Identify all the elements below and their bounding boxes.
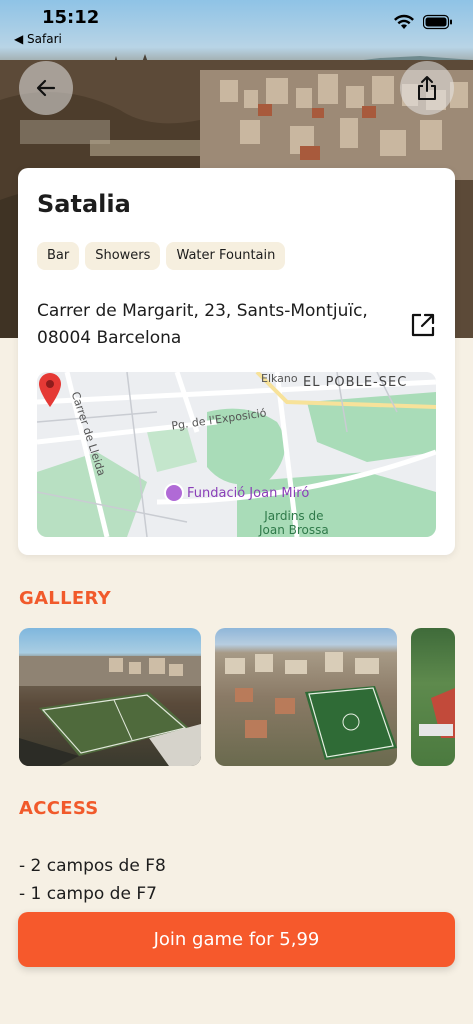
wifi-icon: [394, 14, 414, 29]
gallery-photo[interactable]: [19, 628, 201, 766]
gallery-photo-art: [419, 688, 455, 738]
share-button[interactable]: [400, 61, 454, 115]
map-label-poble-sec: EL POBLE-SEC: [303, 375, 408, 390]
gallery-title: GALLERY: [19, 588, 111, 609]
amenity-tags: Bar Showers Water Fountain: [37, 242, 286, 270]
external-link-icon[interactable]: [410, 312, 436, 338]
arrow-left-icon: [36, 79, 56, 97]
gallery-photo-art: [225, 652, 397, 760]
status-time: 15:12: [42, 7, 100, 28]
map-pin-icon: [39, 373, 61, 407]
venue-name: Satalia: [37, 190, 131, 218]
access-line: - 2 campos de F8: [19, 856, 166, 876]
venue-address: Carrer de Margarit, 23, Sants-Montjuïc, …: [37, 298, 397, 352]
map-label-jardins-2: Joan Brossa: [259, 523, 329, 537]
museum-icon: [164, 483, 184, 503]
join-game-button[interactable]: Join game for 5,99: [18, 912, 455, 967]
gallery-photo[interactable]: [411, 628, 455, 766]
access-line: - 1 campo de F7: [19, 884, 157, 904]
venue-card: Satalia Bar Showers Water Fountain Carre…: [18, 168, 455, 555]
location-map[interactable]: Elkano EL POBLE-SEC Carrer de Lleida Pg.…: [37, 372, 436, 537]
map-label-jardins: Jardins de Joan Brossa: [259, 509, 329, 537]
tag-showers: Showers: [85, 242, 161, 270]
share-icon: [418, 76, 436, 100]
back-button[interactable]: [19, 61, 73, 115]
address-line-1: Carrer de Margarit, 23, Sants-Montjuïc,: [37, 301, 368, 321]
gallery-carousel[interactable]: [19, 628, 455, 766]
status-bar: 15:12 ◀ Safari: [0, 0, 473, 50]
battery-icon: [423, 14, 452, 30]
access-title: ACCESS: [19, 798, 99, 819]
access-description: - 2 campos de F8 - 1 campo de F7: [19, 852, 166, 908]
map-label-elkano: Elkano: [261, 372, 298, 385]
gallery-photo-art: [19, 656, 201, 766]
tag-bar: Bar: [37, 242, 80, 270]
tag-water-fountain: Water Fountain: [166, 242, 286, 270]
status-icons: [393, 14, 453, 30]
gallery-photo[interactable]: [215, 628, 397, 766]
back-to-safari-link[interactable]: ◀ Safari: [14, 32, 62, 46]
map-label-jardins-1: Jardins de: [264, 509, 324, 523]
map-label-miro: Fundació Joan Miró: [187, 486, 310, 501]
address-line-2: 08004 Barcelona: [37, 328, 182, 348]
